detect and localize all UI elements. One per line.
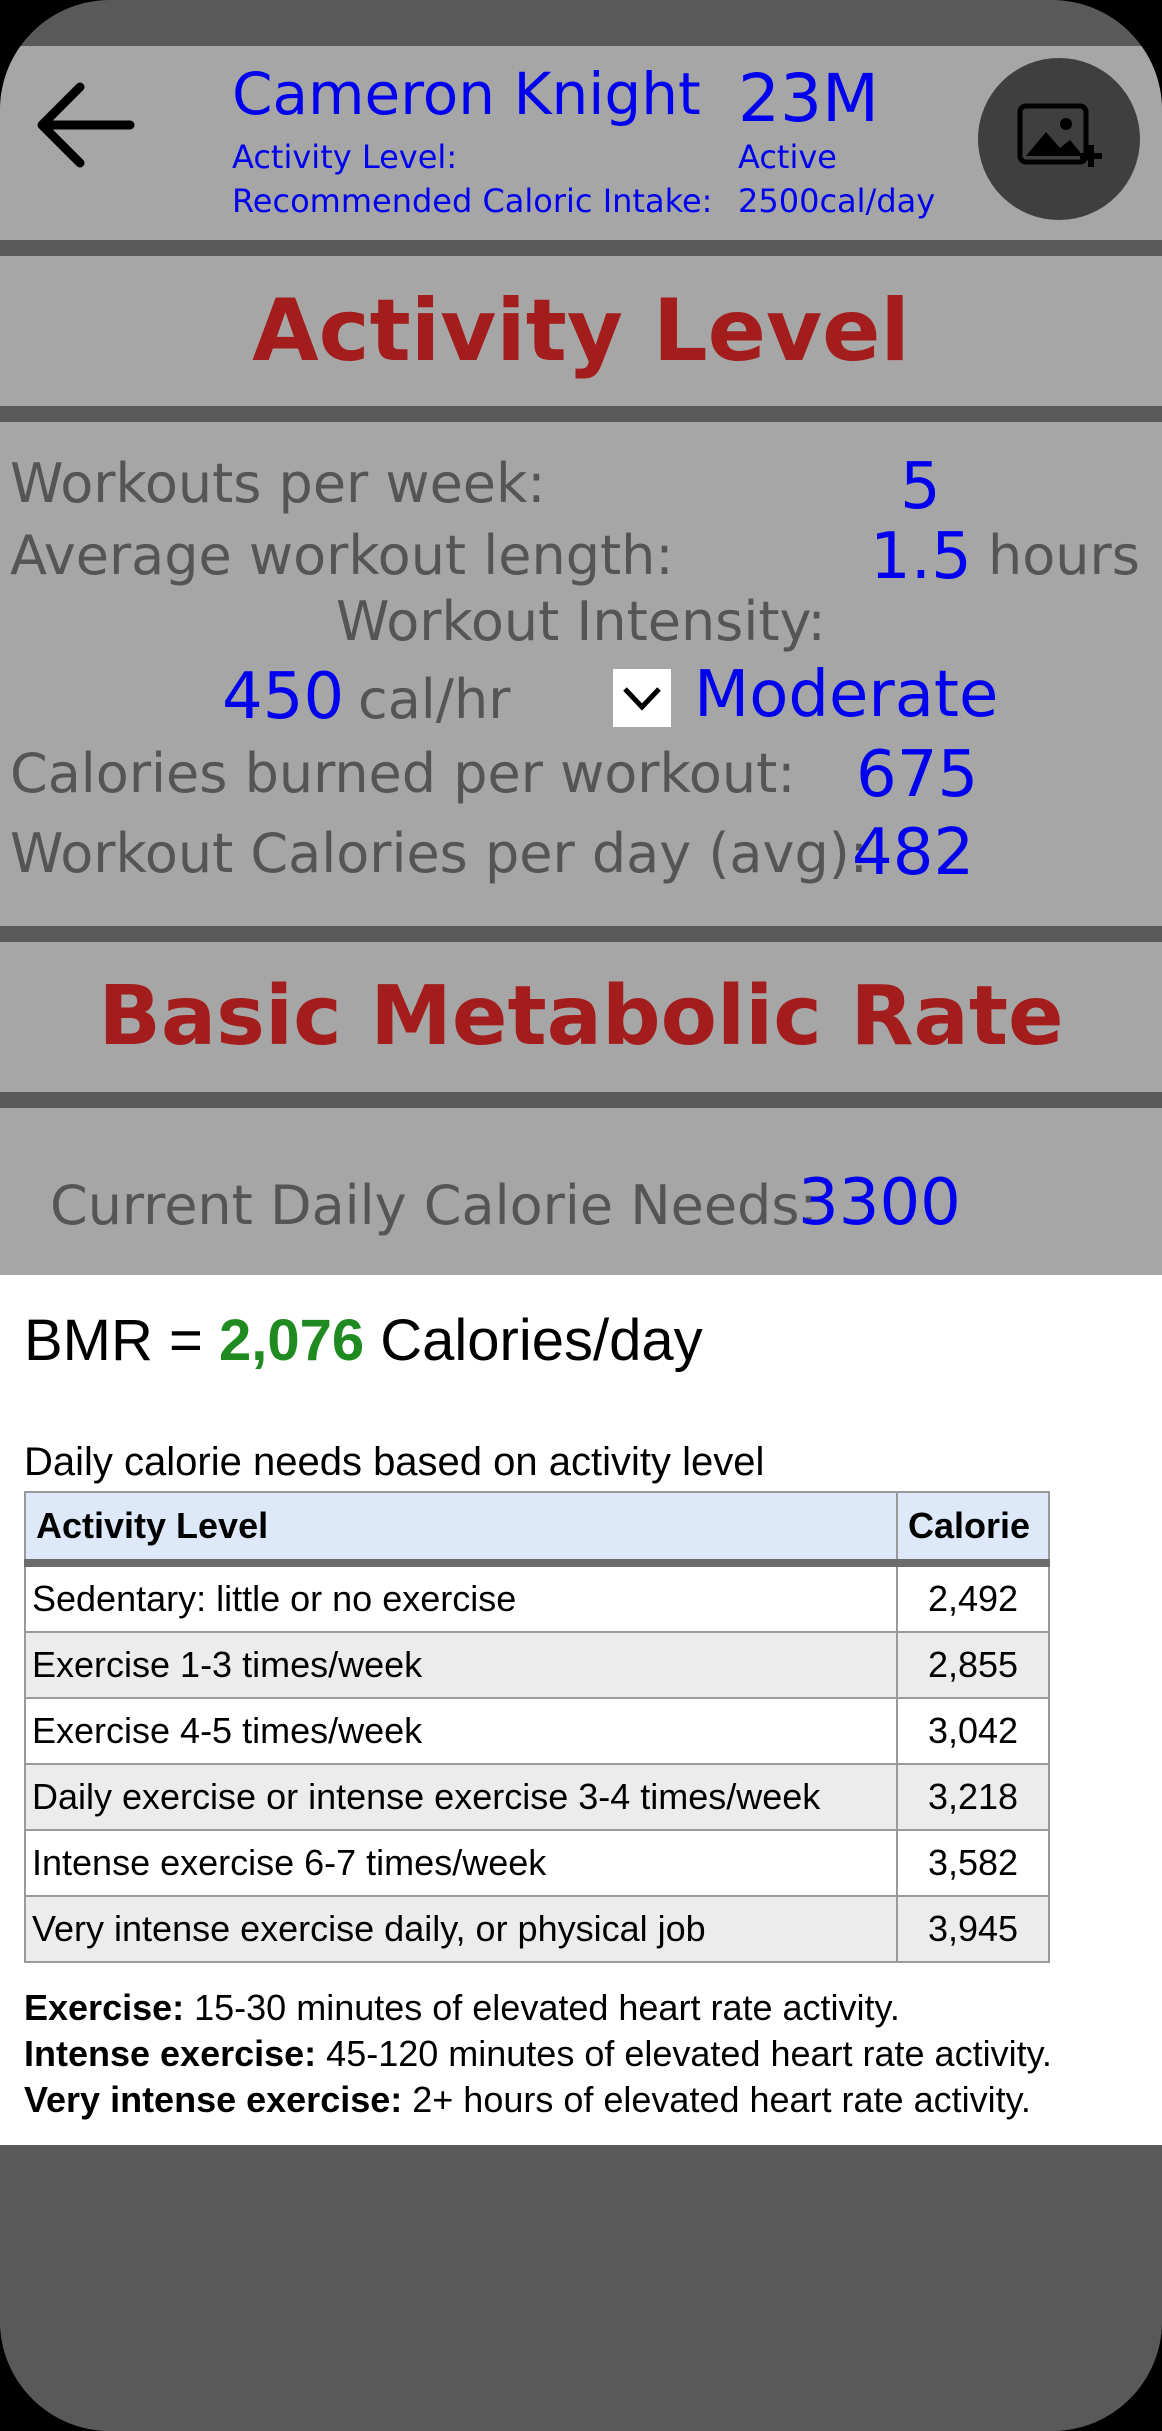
very-intense-exercise-note: Very intense exercise: 2+ hours of eleva… [24,2079,1031,2121]
daily-workout-calories-label: Workout Calories per day (avg): [10,822,868,885]
activity-level-label: Activity Level: [232,138,458,176]
workouts-per-week-value[interactable]: 5 [900,450,941,524]
calories-per-workout-value: 675 [856,738,979,812]
calorie-cell: 3,042 [896,1697,1050,1765]
separator [0,1092,1162,1108]
daily-workout-calories-value: 482 [852,816,975,890]
back-arrow-icon[interactable] [30,70,140,180]
workout-length-unit: hours [988,524,1140,587]
profile-age-sex: 23M [738,60,879,137]
bmr-result: BMR = 2,076 Calories/day [24,1307,703,1374]
activity-level-header: Activity Level [0,256,1162,406]
bmr-prefix: BMR = [24,1308,219,1373]
table-row: Exercise 4-5 times/week 3,042 [24,1697,1050,1765]
bmr-header: Basic Metabolic Rate [0,942,1162,1092]
intensity-rate-value: 450 [222,660,345,734]
table-row: Daily exercise or intense exercise 3-4 t… [24,1763,1050,1831]
note-term: Intense exercise: [24,2033,317,2074]
add-photo-icon [1017,103,1102,167]
profile-name: Cameron Knight [232,60,701,128]
intense-exercise-note: Intense exercise: 45-120 minutes of elev… [24,2033,1052,2075]
activity-cell: Intense exercise 6-7 times/week [24,1829,898,1897]
phone-screen: Cameron Knight 23M Activity Level: Activ… [0,0,1162,2431]
note-text: 15-30 minutes of elevated heart rate act… [184,1987,900,2028]
calorie-cell: 3,582 [896,1829,1050,1897]
table-row: Intense exercise 6-7 times/week 3,582 [24,1829,1050,1897]
activity-cell: Daily exercise or intense exercise 3-4 t… [24,1763,898,1831]
calorie-cell: 2,855 [896,1631,1050,1699]
activity-cell: Exercise 1-3 times/week [24,1631,898,1699]
workout-length-value[interactable]: 1.5 [870,520,972,594]
calorie-cell: 3,218 [896,1763,1050,1831]
separator [0,926,1162,942]
workout-intensity-label: Workout Intensity: [336,590,826,653]
caloric-intake-value: 2500cal/day [738,182,936,220]
activity-cell: Sedentary: little or no exercise [24,1562,898,1633]
bottom-bar [0,2270,1162,2431]
note-text: 45-120 minutes of elevated heart rate ac… [316,2033,1052,2074]
calorie-table-caption: Daily calorie needs based on activity le… [24,1440,765,1484]
note-term: Very intense exercise: [24,2079,403,2120]
note-term: Exercise: [24,1987,185,2028]
table-row: Sedentary: little or no exercise 2,492 [24,1562,1050,1633]
bmr-title: Basic Metabolic Rate [98,969,1064,1064]
daily-calorie-needs-row: Current Daily Calorie Needs: 3300 [0,1108,1162,1275]
intensity-rate-unit: cal/hr [358,668,511,731]
activity-level-title: Activity Level [252,281,910,381]
calorie-cell: 3,945 [896,1895,1050,1963]
bmr-suffix: Calories/day [364,1308,703,1373]
note-text: 2+ hours of elevated heart rate activity… [402,2079,1031,2120]
daily-calorie-needs-label: Current Daily Calorie Needs: [50,1174,818,1237]
table-row: Exercise 1-3 times/week 2,855 [24,1631,1050,1699]
calorie-cell: 2,492 [896,1562,1050,1633]
activity-level-value: Active [738,138,837,176]
chevron-down-icon [623,687,661,711]
caloric-intake-label: Recommended Caloric Intake: [232,182,713,220]
workouts-per-week-label: Workouts per week: [10,452,546,515]
activity-details: Workouts per week: 5 Average workout len… [0,422,1162,926]
intensity-select-value[interactable]: Moderate [694,658,998,732]
table-row: Very intense exercise daily, or physical… [24,1895,1050,1963]
separator [0,406,1162,422]
bmr-value: 2,076 [219,1308,365,1373]
separator [0,240,1162,256]
exercise-note: Exercise: 15-30 minutes of elevated hear… [24,1987,900,2029]
profile-photo-button[interactable] [978,58,1140,220]
daily-calorie-needs-value: 3300 [798,1166,961,1240]
profile-header: Cameron Knight 23M Activity Level: Activ… [0,46,1162,240]
workout-length-label: Average workout length: [10,524,674,587]
intensity-dropdown-button[interactable] [613,669,671,727]
column-header-activity: Activity Level [24,1491,898,1567]
bmr-results-panel: BMR = 2,076 Calories/day Daily calorie n… [0,1275,1162,2145]
calorie-needs-table: Activity Level Calorie Sedentary: little… [24,1491,1050,1963]
column-header-calorie: Calorie [896,1491,1050,1567]
calories-per-workout-label: Calories burned per workout: [10,742,796,805]
activity-cell: Exercise 4-5 times/week [24,1697,898,1765]
activity-cell: Very intense exercise daily, or physical… [24,1895,898,1963]
